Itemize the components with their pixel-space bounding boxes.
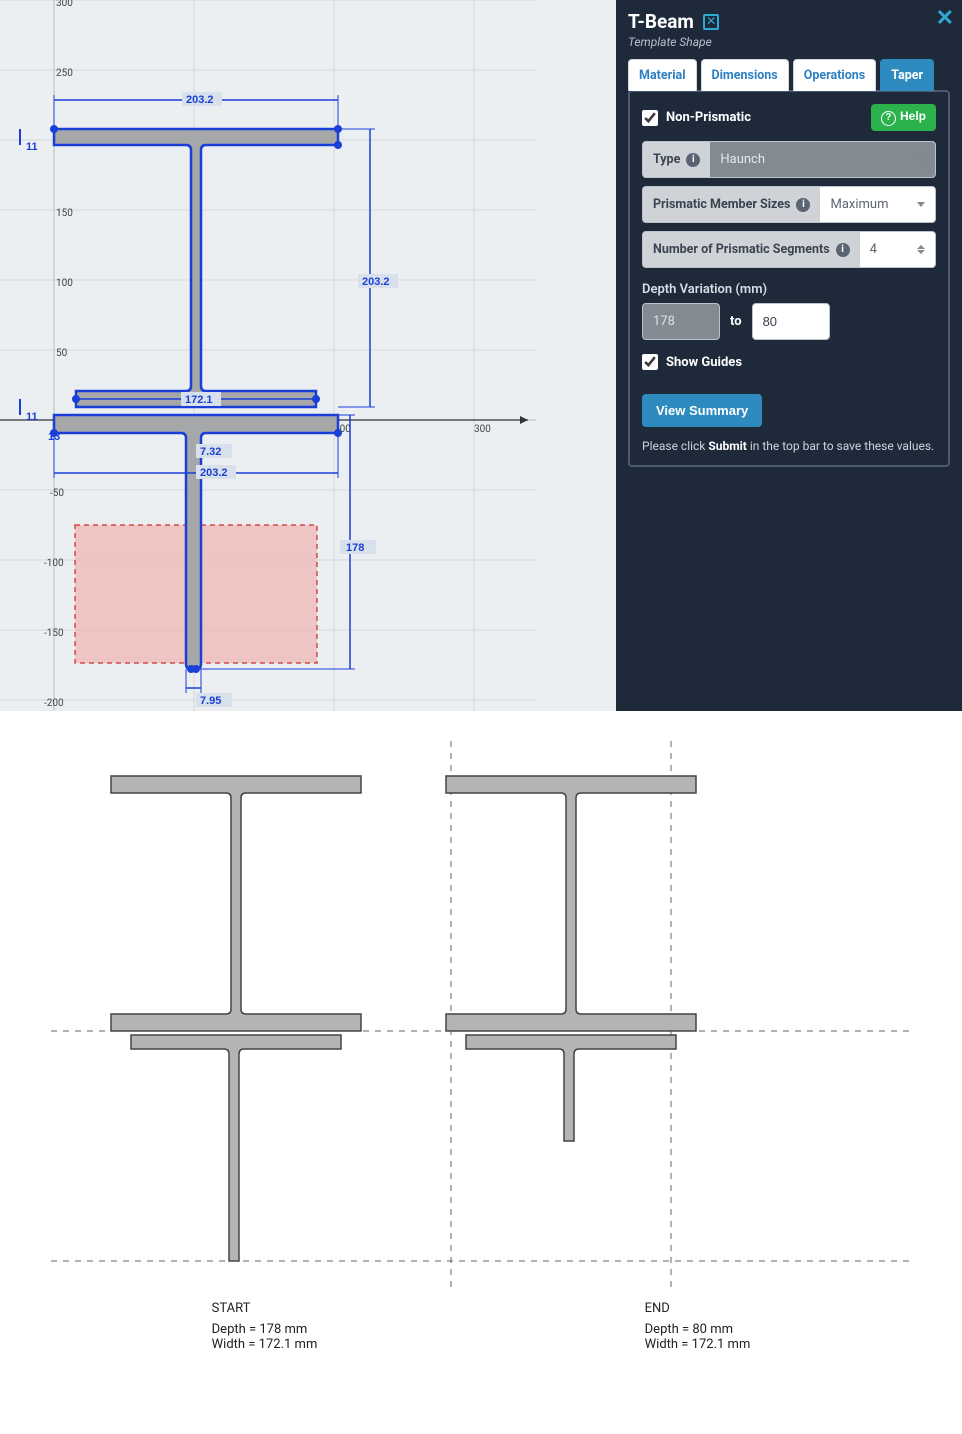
start-caption: START Depth = 178 mm Width = 172.1 mm	[212, 1301, 318, 1352]
svg-text:7.95: 7.95	[200, 695, 221, 707]
svg-text:13: 13	[48, 431, 60, 443]
chevron-down-icon	[917, 157, 925, 162]
svg-text:203.2: 203.2	[362, 276, 390, 288]
depth-variation-label: Depth Variation (mm)	[642, 282, 936, 297]
info-icon: i	[836, 243, 850, 257]
svg-text:300: 300	[56, 0, 73, 9]
panel-subtitle: Template Shape	[628, 35, 950, 49]
svg-text:7.32: 7.32	[200, 446, 221, 458]
segments-value: 4	[870, 242, 877, 257]
comparison-view: START Depth = 178 mm Width = 172.1 mm EN…	[0, 711, 962, 1392]
prismatic-sizes-row[interactable]: Prismatic Member Sizesi Maximum	[642, 186, 936, 223]
help-button[interactable]: Help	[871, 104, 936, 131]
svg-text:-100: -100	[44, 558, 64, 569]
close-icon[interactable]: ✕	[936, 6, 954, 31]
type-value: Haunch	[720, 152, 765, 167]
segments-row[interactable]: Number of Prismatic Segmentsi 4	[642, 231, 936, 268]
svg-text:-50: -50	[50, 488, 64, 499]
y-axis-ticks: 300 250 200 150 100 50 0 -50 -100 -150 -…	[44, 0, 73, 709]
tab-operations[interactable]: Operations	[793, 59, 877, 91]
show-guides-label: Show Guides	[666, 355, 742, 370]
svg-text:100: 100	[56, 278, 73, 289]
svg-text:178: 178	[346, 542, 364, 554]
end-caption: END Depth = 80 mm Width = 172.1 mm	[645, 1301, 751, 1352]
properties-panel: ✕ T-Beam Template Shape Material Dimensi…	[616, 0, 962, 711]
type-row[interactable]: Typei Haunch	[642, 141, 936, 178]
svg-text:300: 300	[474, 424, 491, 435]
svg-text:203.2: 203.2	[186, 94, 214, 106]
svg-text:172.1: 172.1	[185, 394, 213, 406]
non-prismatic-label: Non-Prismatic	[666, 110, 751, 125]
non-prismatic-checkbox[interactable]	[642, 110, 658, 126]
info-icon: i	[686, 153, 700, 167]
chevron-down-icon	[917, 202, 925, 207]
svg-text:-150: -150	[44, 628, 64, 639]
depth-from: 178	[642, 303, 720, 340]
svg-text:11: 11	[26, 411, 38, 423]
start-section	[111, 776, 361, 1261]
section-canvas[interactable]: 300 250 200 150 100 50 0 -50 -100 -150 -…	[0, 0, 616, 711]
svg-text:150: 150	[56, 208, 73, 219]
svg-text:-200: -200	[44, 698, 64, 709]
delete-icon[interactable]	[703, 14, 719, 30]
svg-text:11: 11	[26, 141, 38, 153]
submit-hint: Please click Submit in the top bar to sa…	[642, 439, 936, 453]
view-summary-button[interactable]: View Summary	[642, 394, 762, 427]
tab-dimensions[interactable]: Dimensions	[701, 59, 789, 91]
tab-bar: Material Dimensions Operations Taper	[628, 59, 950, 91]
upper-i-shape	[54, 129, 338, 407]
depth-to-input[interactable]	[752, 303, 830, 340]
taper-form: Non-Prismatic Help Typei Haunch Prismati…	[628, 90, 950, 467]
tab-material[interactable]: Material	[628, 59, 697, 91]
info-icon: i	[796, 198, 810, 212]
prismatic-sizes-value: Maximum	[830, 197, 888, 212]
panel-title: T-Beam	[628, 10, 694, 33]
svg-text:250: 250	[56, 68, 73, 79]
svg-text:203.2: 203.2	[200, 467, 228, 479]
svg-text:50: 50	[56, 348, 68, 359]
end-section	[446, 776, 696, 1141]
number-stepper[interactable]	[917, 245, 925, 254]
depth-to-label: to	[730, 314, 742, 329]
show-guides-checkbox[interactable]	[642, 354, 658, 370]
tab-taper[interactable]: Taper	[880, 59, 934, 91]
